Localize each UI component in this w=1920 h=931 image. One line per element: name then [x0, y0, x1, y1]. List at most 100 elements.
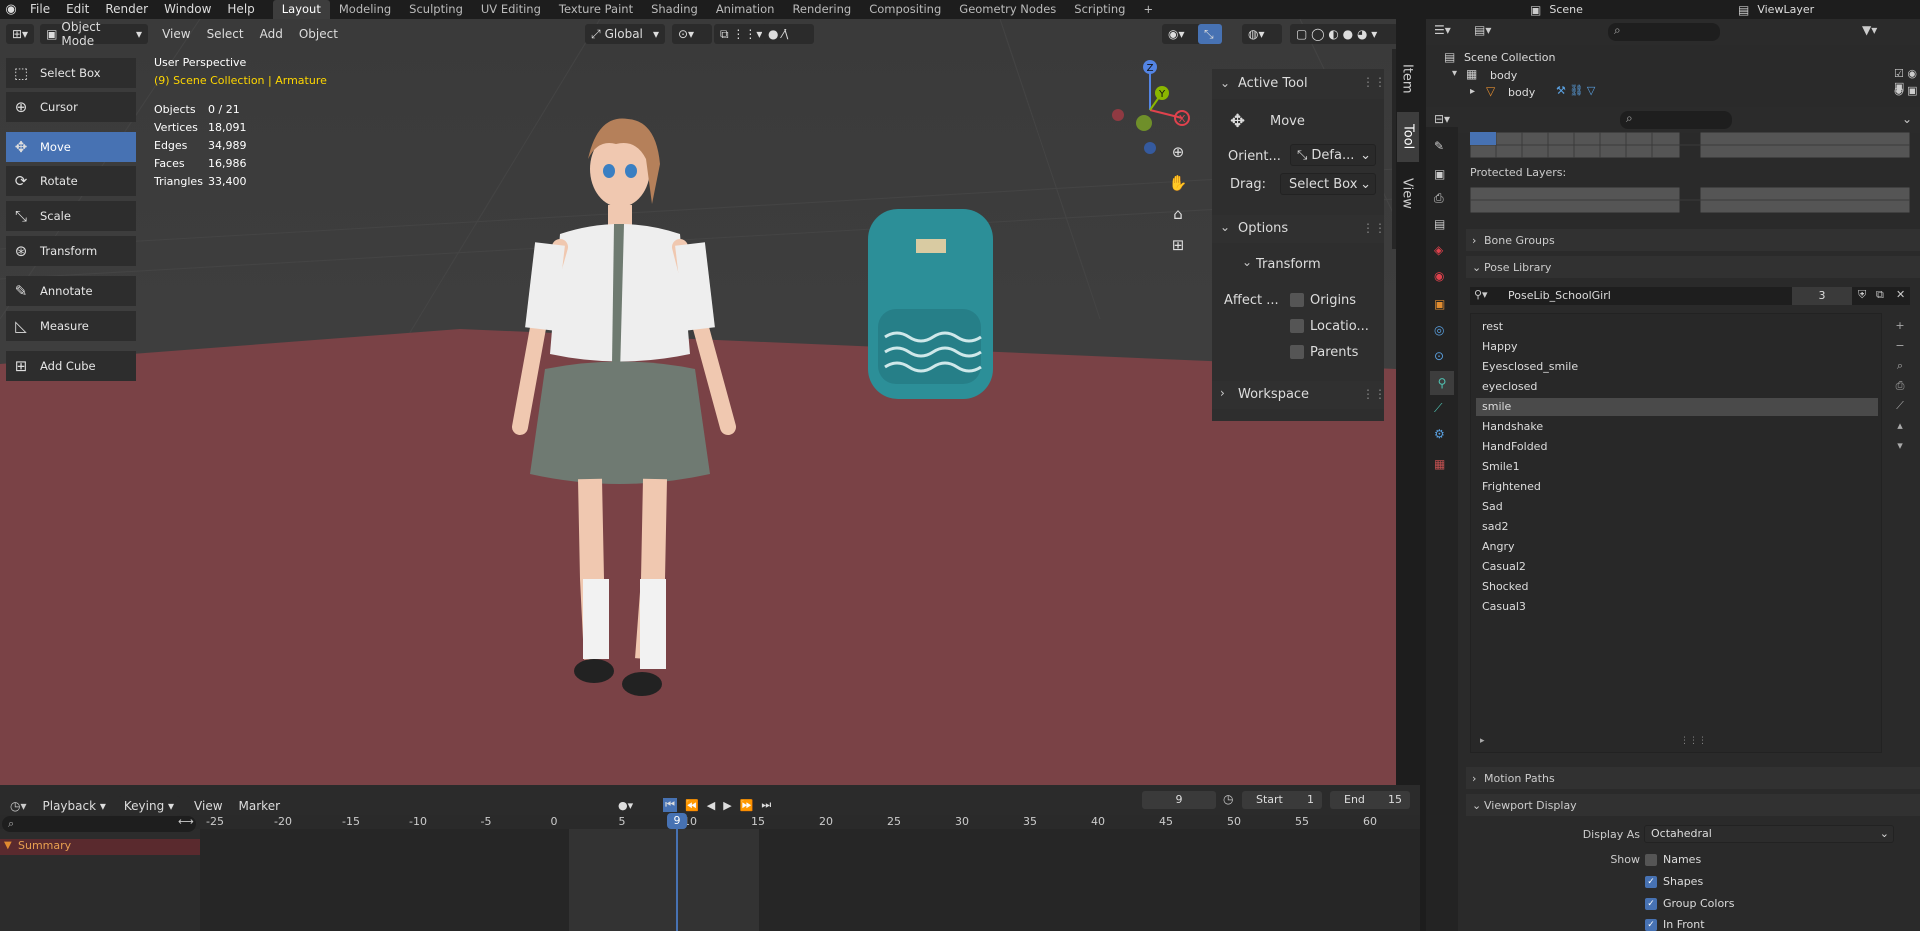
menu-object[interactable]: Object: [291, 25, 346, 44]
eye-icon[interactable]: ◉ ▣: [1894, 84, 1918, 97]
outliner-search-input[interactable]: ⌕: [1608, 23, 1720, 41]
3d-viewport[interactable]: ⊞▾ ▣ Object Mode ▾ View Select Add Objec…: [0, 19, 1396, 785]
close-icon[interactable]: ✕: [1896, 288, 1905, 301]
bone-tab-icon[interactable]: ⟋: [1434, 401, 1442, 416]
play-icon[interactable]: ▶: [723, 799, 731, 812]
chevron-down-icon[interactable]: ⌄: [1902, 112, 1912, 126]
menu-window[interactable]: Window: [156, 0, 219, 19]
chevron-down-icon[interactable]: ⌄: [1242, 255, 1252, 269]
workspace-header[interactable]: › Workspace ⋮⋮: [1212, 381, 1386, 409]
list-item[interactable]: Eyesclosed_smile: [1476, 358, 1878, 376]
bone-constraint-tab-icon[interactable]: ⚙: [1434, 427, 1445, 441]
next-keyframe-icon[interactable]: ⏩: [740, 799, 754, 812]
modifier-tab-icon[interactable]: ◎: [1434, 323, 1444, 337]
apply-pose-icon[interactable]: ⎙: [1890, 376, 1910, 396]
tab-animation[interactable]: Animation: [707, 0, 784, 19]
jump-end-icon[interactable]: ⏭: [761, 798, 771, 812]
parents-checkbox[interactable]: [1290, 345, 1304, 359]
tab-geometry-nodes[interactable]: Geometry Nodes: [950, 0, 1065, 19]
view-layer-selector[interactable]: ▤ ViewLayer: [1738, 0, 1814, 19]
menu-view[interactable]: View: [186, 797, 230, 816]
world-tab-icon[interactable]: ◉: [1434, 269, 1444, 283]
gizmo-toggle[interactable]: ⤡: [1198, 24, 1222, 44]
pan-hand-icon[interactable]: ✋: [1166, 174, 1190, 192]
overlay-toggle[interactable]: ◍▾: [1242, 24, 1282, 44]
list-item[interactable]: Sad: [1476, 498, 1878, 516]
duplicate-icon[interactable]: ⧉: [1876, 288, 1884, 302]
add-workspace-icon[interactable]: +: [1134, 0, 1162, 19]
pivot-dropdown[interactable]: ⊙▾: [672, 24, 712, 44]
pose-library-header[interactable]: ⌄ Pose Library: [1466, 256, 1920, 278]
orientation-field[interactable]: ⤡ Defa... ⌄: [1290, 144, 1376, 166]
prev-keyframe-icon[interactable]: ⏪: [685, 799, 699, 812]
options-header[interactable]: ⌄ Options ⋮⋮: [1212, 215, 1386, 243]
move-up-icon[interactable]: ▴: [1890, 416, 1910, 436]
scene-collection-label[interactable]: Scene Collection: [1464, 51, 1555, 64]
tool-measure[interactable]: ◺ Measure: [6, 311, 136, 341]
view-layer-tab-icon[interactable]: ▤: [1434, 217, 1445, 231]
playhead-label[interactable]: 9: [667, 813, 687, 829]
mode-dropdown[interactable]: ▣ Object Mode ▾: [40, 20, 149, 48]
names-checkbox[interactable]: [1645, 854, 1657, 866]
end-frame-field[interactable]: End 15: [1330, 791, 1410, 809]
playback-dropdown[interactable]: Playback ▾: [36, 796, 112, 816]
timeline-search-input[interactable]: ⌕: [2, 816, 196, 832]
locations-checkbox[interactable]: [1290, 319, 1304, 333]
magnify-icon[interactable]: ⌕: [1890, 356, 1910, 376]
pose-lib-users[interactable]: 3: [1792, 287, 1852, 305]
shading-buttons[interactable]: ▢ ◯ ◐ ● ◕ ▾: [1290, 24, 1396, 44]
tab-layout[interactable]: Layout: [272, 0, 330, 19]
move-down-icon[interactable]: ▾: [1890, 436, 1910, 456]
outliner-item-body-object[interactable]: body: [1508, 86, 1535, 99]
sanitize-icon[interactable]: ⟋: [1890, 396, 1910, 416]
menu-help[interactable]: Help: [219, 0, 262, 19]
viewport-display-header[interactable]: ⌄ Viewport Display: [1466, 794, 1920, 816]
tool-cursor[interactable]: ⊕ Cursor: [6, 92, 136, 122]
list-item[interactable]: Casual3: [1476, 598, 1878, 616]
record-icon[interactable]: ●▾: [618, 799, 633, 812]
motion-paths-header[interactable]: › Motion Paths: [1466, 767, 1920, 789]
tab-compositing[interactable]: Compositing: [860, 0, 950, 19]
menu-edit[interactable]: Edit: [58, 0, 97, 19]
tab-shading[interactable]: Shading: [642, 0, 707, 19]
editor-type-button[interactable]: ⊞▾: [6, 24, 35, 44]
dopesheet-region[interactable]: [200, 829, 1420, 931]
shapes-checkbox[interactable]: ✓: [1645, 876, 1657, 888]
zoom-icon[interactable]: ⊕: [1166, 143, 1190, 161]
current-frame-field[interactable]: 9: [1142, 791, 1216, 809]
pose-lib-selector[interactable]: ⚲▾ PoseLib_SchoolGirl 3 ⛨ ⧉ ✕: [1470, 287, 1910, 305]
drag-handle-icon[interactable]: ⋮⋮: [1362, 221, 1386, 235]
texture-tab-icon[interactable]: ▦: [1434, 457, 1445, 471]
swap-icon[interactable]: ⟷: [178, 815, 194, 828]
drag-field[interactable]: Select Box ⌄: [1280, 173, 1376, 195]
properties-search-input[interactable]: ⌕: [1620, 111, 1732, 129]
drag-handle-icon[interactable]: ⋮⋮: [1362, 75, 1386, 89]
list-item[interactable]: eyeclosed: [1476, 378, 1878, 396]
list-item[interactable]: rest: [1476, 318, 1878, 336]
menu-select[interactable]: Select: [199, 25, 252, 44]
remove-icon[interactable]: −: [1890, 336, 1910, 356]
tab-texture-paint[interactable]: Texture Paint: [550, 0, 642, 19]
orientation-dropdown[interactable]: ⤢ Global ▾: [585, 24, 665, 44]
transform-subheader[interactable]: Transform: [1256, 257, 1321, 272]
editor-type-icon[interactable]: ◷▾: [10, 799, 27, 813]
menu-render[interactable]: Render: [97, 0, 156, 19]
scene-selector[interactable]: ▣ Scene: [1530, 0, 1649, 19]
tool-scale[interactable]: ⤡ Scale: [6, 201, 136, 231]
menu-view[interactable]: View: [154, 25, 198, 44]
editor-type-icon[interactable]: ☰▾: [1434, 23, 1451, 37]
pose-lib-name[interactable]: PoseLib_SchoolGirl: [1508, 289, 1611, 302]
list-item[interactable]: HandFolded: [1476, 438, 1878, 456]
backpack[interactable]: [868, 209, 993, 399]
playhead-line[interactable]: [676, 813, 678, 931]
tab-item[interactable]: Item: [1397, 54, 1417, 104]
fake-user-icon[interactable]: ⛨: [1858, 288, 1866, 302]
blender-logo-icon[interactable]: ◉: [0, 2, 22, 17]
tool-rotate[interactable]: ⟳ Rotate: [6, 166, 136, 196]
list-item[interactable]: smile: [1476, 398, 1878, 416]
camera-icon[interactable]: ⌂: [1166, 205, 1190, 223]
tab-scripting[interactable]: Scripting: [1065, 0, 1134, 19]
list-item[interactable]: Casual2: [1476, 558, 1878, 576]
chevron-down-icon[interactable]: ▾: [1452, 68, 1457, 79]
proportional-edit-button[interactable]: ● ⁄\: [762, 24, 814, 44]
